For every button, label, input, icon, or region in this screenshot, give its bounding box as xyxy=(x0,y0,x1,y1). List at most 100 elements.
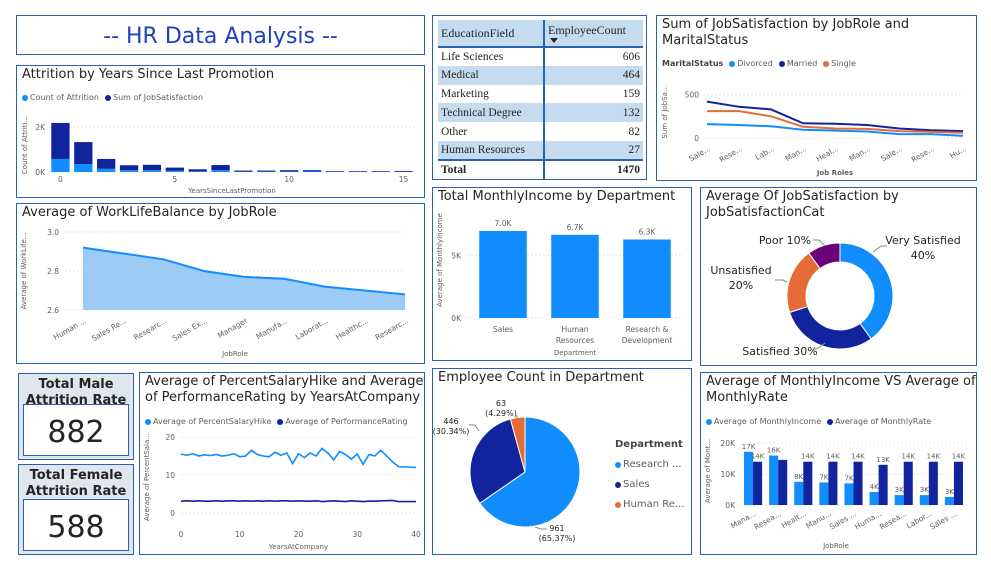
x-tick-label: Laborat... xyxy=(294,316,330,342)
y-tick-label: 5K xyxy=(451,252,462,261)
bar xyxy=(844,483,854,505)
jobsat-cat-chart: Very Satisfied 40% Satisfied 30% Unsatisfie… xyxy=(710,234,960,358)
bar xyxy=(828,461,838,505)
slice-label: 40% xyxy=(911,249,935,262)
data-label: 3K xyxy=(920,486,929,494)
income-dept-chart: 0K 5K 7.0K Sales 6.7K Human Resources 6.3K Resea… xyxy=(436,213,683,357)
series-line-married xyxy=(706,100,964,133)
y-tick-label: 0K xyxy=(451,314,462,323)
jobsat-marital-chart: 0 500 Sale... Rese... Lab... Man... Heal... Man… xyxy=(661,85,968,177)
col-header-employeecount[interactable]: EmployeeCount xyxy=(543,20,643,48)
x-tick-label: Development xyxy=(622,336,673,345)
x-tick-label: Resea... xyxy=(878,509,908,532)
slice-label: (4.29%) xyxy=(485,409,517,418)
x-tick-label: Labor... xyxy=(905,509,933,531)
y-tick-label: 2.6 xyxy=(47,306,59,315)
slice-label: 961 xyxy=(549,524,564,533)
data-label: 4K xyxy=(870,483,879,491)
x-tick-label: Sales Re... xyxy=(90,316,128,343)
leader-line xyxy=(469,424,480,432)
bar xyxy=(894,495,904,505)
education-table: EducationField EmployeeCount Life Scienc… xyxy=(438,20,643,179)
jobsat-cat-chart-panel: Average Of JobSatisfaction by JobSatisfa… xyxy=(700,187,977,366)
attrition-chart-panel: Attrition by Years Since Last Promotion … xyxy=(16,65,425,198)
leader-line xyxy=(775,279,788,283)
bar-sum-of-jobsatisfaction xyxy=(280,170,299,172)
bar xyxy=(753,461,763,505)
col-header-educationfield[interactable]: EducationField xyxy=(438,20,545,48)
sort-descending-icon[interactable] xyxy=(549,38,558,43)
bar-count-of-attrition xyxy=(119,170,139,172)
data-label: 3K xyxy=(945,488,954,496)
slice-label: 20% xyxy=(729,279,753,292)
data-label: 14K xyxy=(801,453,815,461)
table-cell: 27 xyxy=(543,140,643,160)
dashboard-title-box: -- HR Data Analysis -- xyxy=(16,15,425,55)
bar xyxy=(903,461,913,505)
table-cell: 159 xyxy=(622,87,640,100)
data-label: 14K xyxy=(952,453,966,461)
bar-sum-of-jobsatisfaction xyxy=(165,167,184,171)
x-axis-label: YearsAtCompany xyxy=(268,543,328,551)
table-row[interactable]: Other 82 xyxy=(438,122,643,141)
table-cell: Life Sciences xyxy=(438,47,545,66)
data-label: 16K xyxy=(767,447,781,455)
data-label: 13K xyxy=(876,456,890,464)
x-tick-label: 40 xyxy=(411,530,421,539)
table-row[interactable]: Medical 464 xyxy=(438,65,643,85)
bar-sum-of-jobsatisfaction xyxy=(348,171,367,172)
table-row[interactable]: Human Resources 27 xyxy=(438,140,643,160)
bar-sum-of-jobsatisfaction xyxy=(234,170,253,172)
x-axis-label: JobRole xyxy=(221,350,248,358)
bar-sum-of-jobsatisfaction xyxy=(142,164,162,171)
y-tick-label: 10 xyxy=(165,471,175,480)
salary-perf-chart: 0 10 20 0 10 20 30 40 YearsAtCompany Average of P… xyxy=(143,433,421,551)
bar-sum-of-jobsatisfaction xyxy=(302,170,322,172)
bar-sum-of-jobsatisfaction xyxy=(51,122,70,159)
x-tick-label: Resea... xyxy=(752,509,782,532)
bar-sum-of-jobsatisfaction xyxy=(394,170,413,172)
x-tick-label: 10 xyxy=(284,175,294,184)
x-tick-label: Man... xyxy=(784,144,808,163)
wlb-chart-panel: Average of WorkLifeBalance by JobRole 2.… xyxy=(16,203,425,364)
data-label: 17K xyxy=(742,443,756,451)
table-row[interactable]: Life Sciences 606 xyxy=(438,47,643,66)
bar-count-of-attrition xyxy=(51,158,70,172)
male-attrition-card: Total Male Attrition Rate 882 xyxy=(18,373,134,460)
y-tick-label: 500 xyxy=(685,91,700,100)
data-label: 8K xyxy=(794,473,803,481)
y-tick-label: 0K xyxy=(725,501,736,510)
y-axis-label: Average of MonthlyIncome xyxy=(436,213,444,307)
card-value-box: 882 xyxy=(23,404,129,456)
bar xyxy=(769,455,779,505)
bar-count-of-attrition xyxy=(97,168,116,172)
y-tick-label: 2.8 xyxy=(47,267,59,276)
bar-count-of-attrition xyxy=(188,171,207,172)
table-cell: Other xyxy=(438,122,545,141)
jobsat-marital-chart-panel: Sum of JobSatisfaction by JobRole and Ma… xyxy=(656,15,977,181)
bar xyxy=(919,495,929,505)
wlb-chart: 2.62.83.0Human ... Sales Re... Researc... S… xyxy=(20,228,410,358)
table-row[interactable]: Marketing 159 xyxy=(438,84,643,104)
col-header-employeecount-label: EmployeeCount xyxy=(547,23,626,37)
x-tick-label: Heal... xyxy=(815,144,840,164)
y-tick-label: 0 xyxy=(170,509,175,518)
bar xyxy=(944,496,954,505)
x-tick-label: Researc... xyxy=(132,316,168,342)
donut-slice xyxy=(788,305,872,350)
table-row[interactable]: Technical Degree 132 xyxy=(438,103,643,123)
y-tick-label: 20 xyxy=(165,433,175,442)
table-cell: Marketing xyxy=(438,84,545,104)
slice-label: Poor 10% xyxy=(759,234,811,247)
card-label: Total Female Attrition Rate xyxy=(25,468,127,499)
x-tick-label: Hu... xyxy=(948,144,968,161)
income-dept-chart-panel: Total MonthlyIncome by Department 0K 5K 7.… xyxy=(432,187,692,361)
bar xyxy=(551,234,599,318)
emp-dept-chart: 961(65.37%) 446(30.34%) 63(4.29%) xyxy=(433,399,581,543)
y-tick-label: 10K xyxy=(721,470,737,479)
x-tick-label: Lab... xyxy=(754,144,776,162)
bar xyxy=(819,482,829,505)
bar xyxy=(853,461,863,505)
bar-count-of-attrition xyxy=(211,170,230,172)
data-label: 6.7K xyxy=(567,223,585,232)
